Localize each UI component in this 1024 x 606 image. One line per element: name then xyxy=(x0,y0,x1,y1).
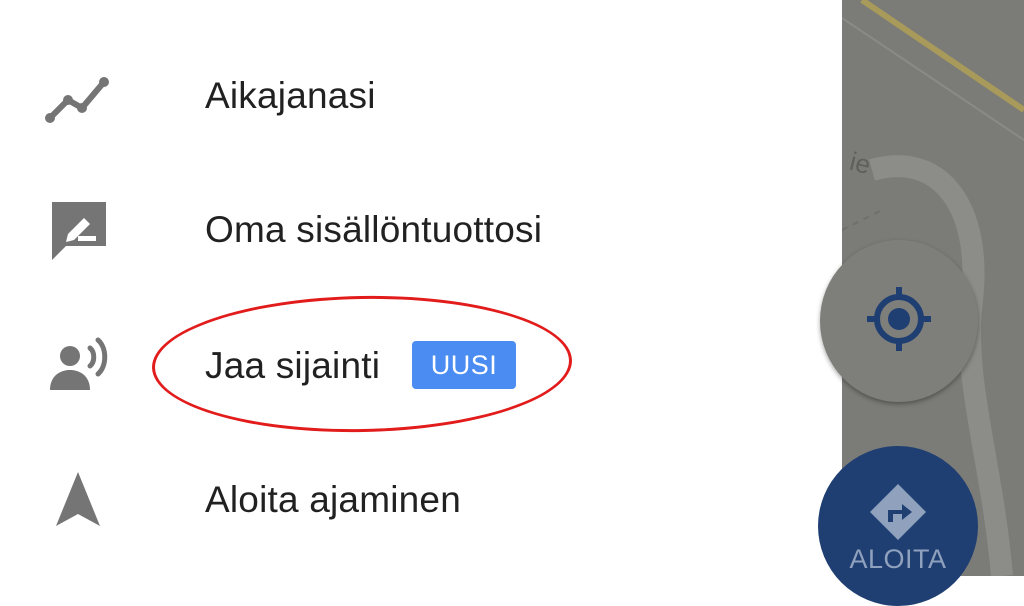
timeline-icon xyxy=(44,62,112,130)
menu-item-timeline[interactable]: Aikajanasi xyxy=(0,46,842,146)
my-location-button[interactable] xyxy=(820,240,978,402)
menu-item-label: Aikajanasi xyxy=(205,75,376,116)
menu-item-contributions[interactable]: Oma sisällöntuottosi xyxy=(0,180,842,280)
new-badge: UUSI xyxy=(412,341,516,389)
menu-item-label: Oma sisällöntuottosi xyxy=(205,209,543,250)
my-location-icon xyxy=(864,284,934,359)
menu-item-label: Jaa sijainti xyxy=(205,345,381,386)
contributions-icon xyxy=(44,196,112,264)
navigation-arrow-icon xyxy=(44,466,112,534)
navigation-drawer: Aikajanasi Oma sisällöntuottosi Jaa sija… xyxy=(0,0,842,576)
directions-icon xyxy=(868,482,928,542)
share-location-icon xyxy=(44,332,112,400)
start-button-label: ALOITA xyxy=(849,544,947,574)
menu-item-label: Aloita ajaminen xyxy=(205,479,461,520)
menu-item-start-driving[interactable]: Aloita ajaminen xyxy=(0,450,842,550)
start-navigation-button[interactable]: ALOITA xyxy=(818,446,978,606)
